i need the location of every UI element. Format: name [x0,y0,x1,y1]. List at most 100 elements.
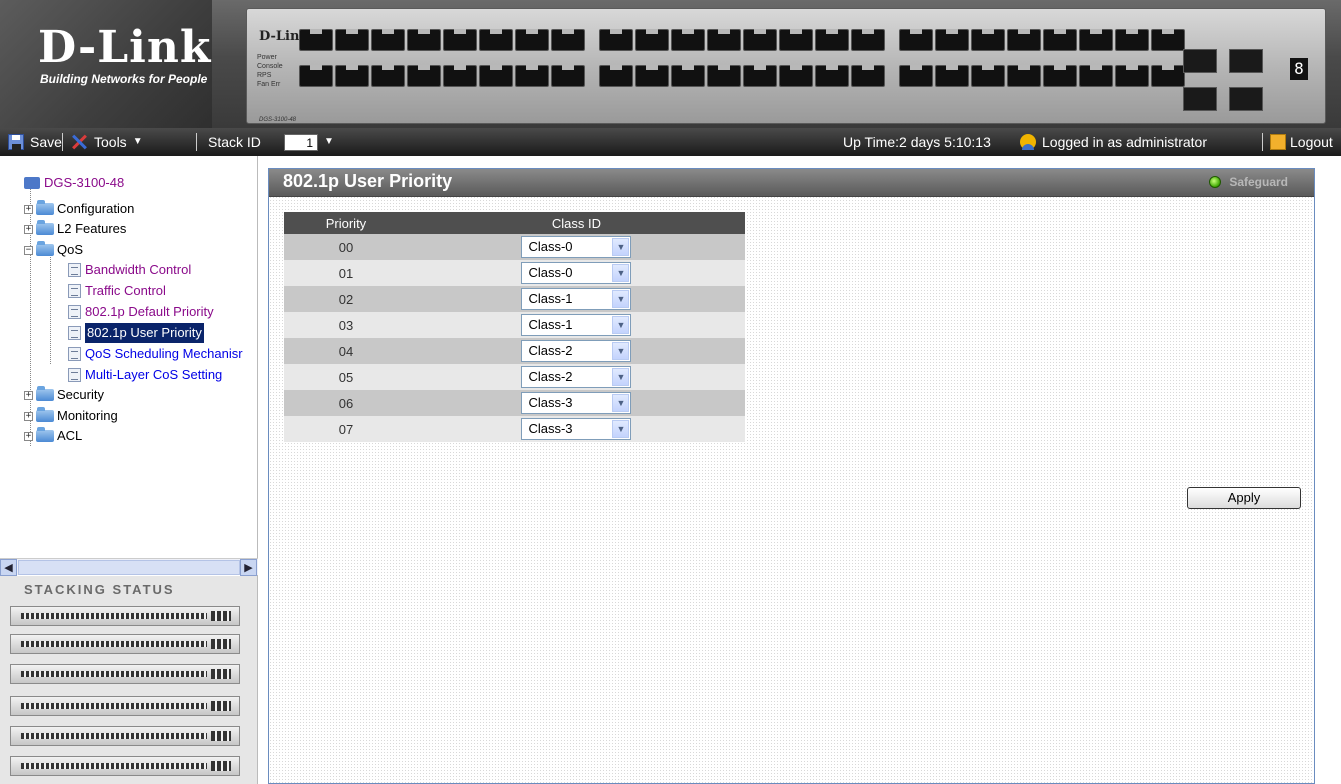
class-id-cell: Class-2 ▼ [407,338,745,364]
table-row: 03 Class-1 ▼ [284,312,745,338]
tree-item-multilayer-cos[interactable]: Multi-Layer CoS Setting [68,365,222,385]
tree-item-monitoring[interactable]: + Monitoring [24,406,118,426]
logout-icon [1270,134,1286,150]
expand-icon[interactable]: + [24,411,33,421]
tree-root[interactable]: DGS-3100-48 [24,173,124,193]
tree-item-label: 802.1p Default Priority [85,304,214,319]
tree-item-bandwidth-control[interactable]: Bandwidth Control [68,260,191,280]
scrollbar-thumb[interactable] [18,560,240,575]
ethernet-port [1079,65,1113,87]
save-button[interactable]: Save [8,128,62,156]
class-id-select[interactable]: Class-2 ▼ [521,340,632,362]
tree-item-user-priority[interactable]: 802.1p User Priority [68,323,204,343]
tools-label: Tools [94,134,127,150]
logged-in-text: Logged in as administrator [1042,134,1207,150]
chevron-down-icon[interactable]: ▼ [612,290,630,308]
class-id-select[interactable]: Class-0 ▼ [521,236,632,258]
expand-icon[interactable]: + [24,431,33,441]
tree-item-label: QoS Scheduling Mechanisr [85,346,243,361]
tree-horizontal-scrollbar[interactable]: ◀ ▶ [0,558,258,576]
folder-open-icon [36,241,54,256]
tree-item-label: ACL [57,428,83,443]
chevron-down-icon[interactable]: ▼ [612,368,630,386]
expand-icon[interactable]: + [24,224,33,234]
priority-cell: 04 [284,338,408,364]
tree-item-label: Configuration [57,201,135,216]
chevron-down-icon[interactable]: ▼ [324,128,334,156]
class-id-select[interactable]: Class-1 ▼ [521,314,632,336]
ethernet-port [371,29,405,51]
tree-item-configuration[interactable]: + Configuration [24,199,134,219]
sfp-port [1183,87,1217,111]
safeguard-indicator[interactable]: Safeguard [1209,175,1288,189]
user-status: Logged in as administrator [1020,128,1207,156]
chevron-down-icon[interactable]: ▼ [612,238,630,256]
priority-cell: 05 [284,364,408,390]
stack-unit[interactable] [10,634,240,654]
expand-icon[interactable]: + [24,204,33,214]
class-id-select[interactable]: Class-3 ▼ [521,392,632,414]
ethernet-port [599,65,633,87]
ethernet-port [1151,29,1185,51]
ethernet-port [899,29,933,51]
table-row: 05 Class-2 ▼ [284,364,745,390]
scroll-right-icon[interactable]: ▶ [240,559,257,576]
class-id-select[interactable]: Class-0 ▼ [521,262,632,284]
switch-front-panel[interactable]: D-Link Power Console RPS Fan Err DGS-310… [246,8,1326,124]
ethernet-port [335,29,369,51]
apply-button[interactable]: Apply [1187,487,1301,509]
tree-item-security[interactable]: + Security [24,385,104,405]
chevron-down-icon[interactable]: ▼ [612,342,630,360]
tree-root-label: DGS-3100-48 [44,175,125,190]
ethernet-port [407,29,441,51]
class-id-value: Class-0 [528,265,573,280]
ethernet-port [599,29,633,51]
stack-unit[interactable] [10,606,240,626]
logout-button[interactable]: Logout [1270,128,1333,156]
tree-item-l2-features[interactable]: + L2 Features [24,219,126,239]
chevron-down-icon[interactable]: ▼ [612,316,630,334]
tree-item-scheduling[interactable]: QoS Scheduling Mechanisr [68,344,243,364]
chevron-down-icon[interactable]: ▼ [612,264,630,282]
stack-unit[interactable] [10,726,240,746]
stack-unit[interactable] [10,696,240,716]
class-id-cell: Class-1 ▼ [407,286,745,312]
stack-unit[interactable] [10,664,240,684]
folder-icon [36,220,54,235]
tree-item-label: QoS [57,242,84,257]
class-id-cell: Class-2 ▼ [407,364,745,390]
chevron-down-icon[interactable]: ▼ [612,394,630,412]
tools-icon [70,133,88,151]
tree-item-acl[interactable]: + ACL [24,426,82,446]
ethernet-port [935,29,969,51]
table-header-row: Priority Class ID [284,212,745,234]
class-id-cell: Class-0 ▼ [407,260,745,286]
tree-item-traffic-control[interactable]: Traffic Control [68,281,166,301]
green-status-dot-icon [1209,176,1222,188]
folder-icon [36,427,54,442]
class-id-select[interactable]: Class-1 ▼ [521,288,632,310]
page-icon [68,263,81,277]
collapse-icon[interactable]: − [24,245,33,255]
page-icon [68,347,81,361]
sfp-port [1229,49,1263,73]
stack-unit[interactable] [10,756,240,776]
scroll-left-icon[interactable]: ◀ [0,559,17,576]
class-id-value: Class-2 [528,343,573,358]
stack-id-select[interactable]: 1 [284,134,318,151]
expand-icon[interactable]: + [24,390,33,400]
chevron-down-icon[interactable]: ▼ [612,420,630,438]
tree-item-default-priority[interactable]: 802.1p Default Priority [68,302,214,322]
tools-menu-button[interactable]: Tools ▼ [70,128,143,156]
class-id-select[interactable]: Class-2 ▼ [521,366,632,388]
floppy-disk-icon [8,134,24,150]
ethernet-port [1079,29,1113,51]
ethernet-port [707,29,741,51]
tree-item-qos[interactable]: − QoS [24,240,83,260]
led-power-label: Power [257,54,277,61]
class-id-select[interactable]: Class-3 ▼ [521,418,632,440]
tree-item-label: Multi-Layer CoS Setting [85,367,223,382]
led-console-label: Console [257,63,283,70]
ethernet-port [707,65,741,87]
table-row: 01 Class-0 ▼ [284,260,745,286]
